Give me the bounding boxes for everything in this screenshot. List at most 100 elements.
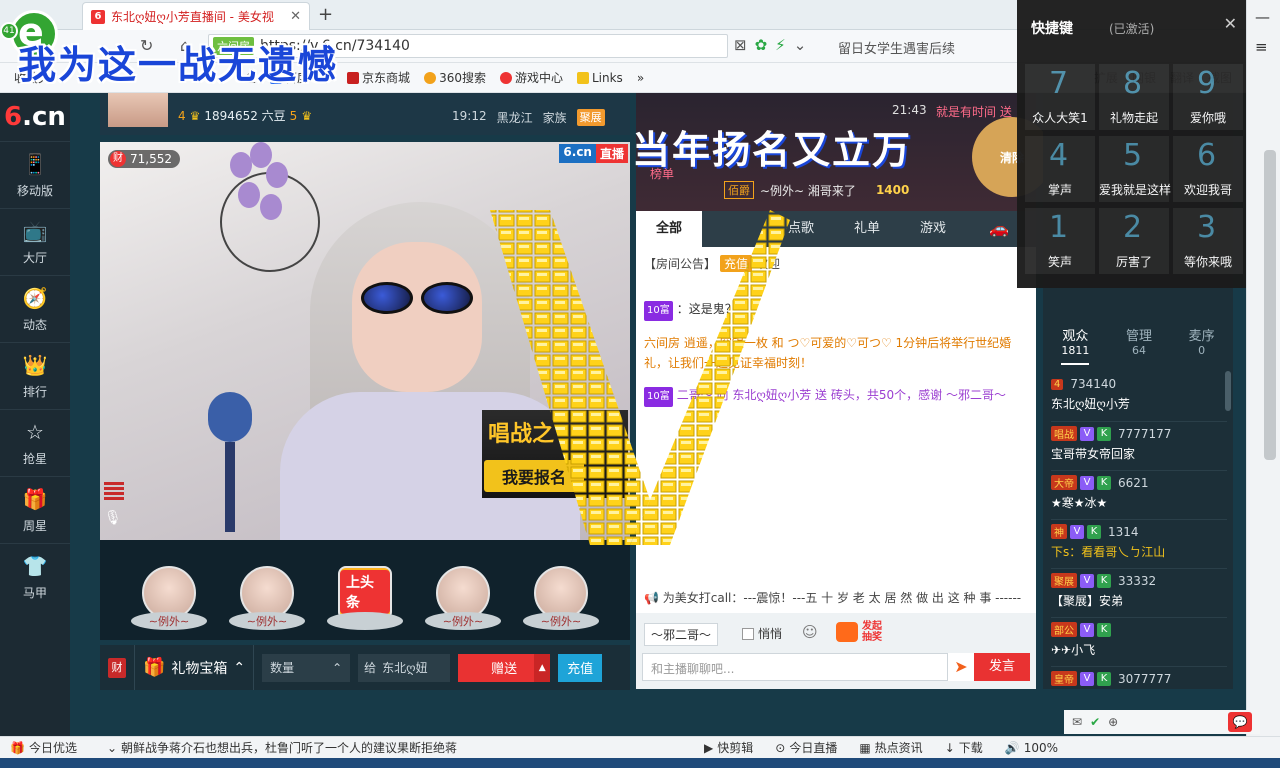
hot-news[interactable]: ▦ 热点资讯 xyxy=(859,739,922,756)
audience-list: 4 734140 东北ღ妞ღ小芳 唱战 V K 7777177 宝哥带女帝回家 大帝 V K… xyxy=(1051,373,1227,716)
recharge-button[interactable]: 充值 xyxy=(558,653,603,682)
lightning-icon[interactable]: ⚡ xyxy=(775,36,786,54)
audience-item[interactable]: 部公 V K ✈✈小飞 xyxy=(1051,618,1227,667)
sidebar-item-weekly[interactable]: 🎁 周星 xyxy=(0,476,70,543)
downloads[interactable]: ↓ 下载 xyxy=(945,739,983,756)
fan-slot[interactable]: ∼例外∼ xyxy=(522,550,600,630)
host-avatar[interactable] xyxy=(108,93,168,127)
shortcut-cell[interactable]: 5 爱我就是这样 xyxy=(1099,136,1171,202)
sidebar-item-feed[interactable]: 🧭 动态 xyxy=(0,275,70,342)
sidebar-item-mobile[interactable]: 📱 移动版 xyxy=(0,141,70,208)
emoji-icon[interactable]: ☺ xyxy=(802,623,818,641)
send-options-caret-icon[interactable]: ▲ xyxy=(534,653,551,682)
green-refresh-icon[interactable]: ✿ xyxy=(755,36,768,54)
zoom-icon[interactable]: ⊕ xyxy=(1108,715,1118,729)
statusbar-right: ▶ 快剪辑 ⊙ 今日直播 ▦ 热点资讯 ↓ 下载 🔊 100% xyxy=(704,739,1058,756)
sidebar-item-star[interactable]: ☆ 抢星 xyxy=(0,409,70,476)
fan-slot[interactable]: ∼例外∼ xyxy=(424,550,502,630)
quantity-input[interactable]: 数量 ⌃ xyxy=(262,653,351,682)
audience-item[interactable]: 唱战 V K 7777177 宝哥带女帝回家 xyxy=(1051,422,1227,471)
speak-button[interactable]: 发言 xyxy=(974,653,1030,681)
notification-badge: 41 xyxy=(0,22,18,40)
cai-icon[interactable]: 财 xyxy=(108,657,126,678)
bookmark-item[interactable]: 游戏中心 xyxy=(499,69,563,86)
sidebar-item-hall[interactable]: 📺 大厅 xyxy=(0,208,70,275)
mic-icon[interactable]: 🎙 xyxy=(104,510,124,534)
dropdown-chevron-icon[interactable]: ⌄ xyxy=(794,36,807,54)
fan-slot[interactable]: ∼例外∼ xyxy=(130,550,208,630)
sidebar-item-vest[interactable]: 👕 马甲 xyxy=(0,543,70,610)
shortcut-cell[interactable]: 1 笑声 xyxy=(1025,208,1095,274)
bookmark-more[interactable]: » xyxy=(637,71,644,85)
audience-scrollbar[interactable] xyxy=(1225,371,1231,411)
new-tab-button[interactable]: + xyxy=(318,4,333,25)
os-taskbar xyxy=(0,758,1280,768)
bookmark-item[interactable]: Links xyxy=(576,71,623,85)
browser-tab-active[interactable]: 6 东北ღ妞ღ小芳直播间 - 美女视 ✕ xyxy=(82,2,310,30)
recipient-select[interactable]: 给 东北ღ妞 xyxy=(358,653,451,682)
audience-item[interactable]: 神 V K 1314 下s：看看哥乀ㄅ江山 xyxy=(1051,520,1227,569)
audience-item[interactable]: 4 734140 东北ღ妞ღ小芳 xyxy=(1051,373,1227,422)
shortcut-cell[interactable]: 4 掌声 xyxy=(1025,136,1095,202)
chat-input[interactable]: 和主播聊聊吧... xyxy=(642,653,948,681)
check-icon[interactable]: ✔ xyxy=(1090,715,1100,729)
beans-count: 1894652 六豆 xyxy=(204,109,286,123)
bookmark-item[interactable]: 京东商城 xyxy=(347,69,410,86)
chat-message: 10富 ：这是鬼？ xyxy=(644,299,1026,321)
browser-statusbar: 🎁 今日优选 ⌄ 朝鲜战争蒋介石也想出兵，杜鲁门听了一个人的建议果断拒绝蒋 ▶ 快… xyxy=(0,736,1280,758)
shortcut-cell[interactable]: 3 等你来哦 xyxy=(1173,208,1243,274)
menu-icon[interactable]: ≡ xyxy=(1255,38,1268,56)
send-gift-button[interactable]: 赠送 ▲ xyxy=(458,653,551,682)
site-logo[interactable]: 6 .cn xyxy=(0,93,70,141)
news-ticker[interactable]: ⌄ 朝鲜战争蒋介石也想出兵，杜鲁门听了一个人的建议果断拒绝蒋 xyxy=(107,739,457,756)
sing-battle-banner[interactable]: 唱战之 我要报名 xyxy=(482,410,628,498)
audience-item[interactable]: 大帝 V K 6621 ★寒★冰★ xyxy=(1051,471,1227,520)
whisper-checkbox[interactable]: 悄悄 xyxy=(742,625,782,642)
live-video[interactable]: 财 71,552 6.cn 直播 唱战之 我要报名 🎙 xyxy=(100,142,630,540)
tab-all[interactable]: 全部 xyxy=(636,211,702,247)
tab-song[interactable]: 点歌 xyxy=(768,211,834,247)
close-icon[interactable]: ✕ xyxy=(1224,14,1237,33)
chat-message: 10富 二哥～ 向 东北ღ妞ღ小芳 送 砖头，共50个，感谢 ～邪二哥～ xyxy=(644,385,1026,407)
minimize-icon[interactable]: — xyxy=(1255,8,1270,26)
call-line[interactable]: 📢 为美女打call：---震惊！---五 十 岁 老 太 居 然 做 出 这 … xyxy=(644,589,1021,606)
fan-slot[interactable]: ∼例外∼ xyxy=(228,550,306,630)
search-input[interactable]: 留日女学生遇害后续 xyxy=(830,34,1010,58)
shortcut-cell[interactable]: 6 欢迎我哥 xyxy=(1173,136,1243,202)
headline-button[interactable]: 上头条 xyxy=(326,550,404,630)
tab-hidden[interactable] xyxy=(702,211,768,247)
tab-mic-queue[interactable]: 麦序 0 xyxy=(1189,325,1215,365)
page-scrollbar[interactable] xyxy=(1264,150,1276,460)
sidebar-item-rank[interactable]: 👑 排行 xyxy=(0,342,70,409)
giftbox-button[interactable]: 🎁 礼物宝箱 ⌃ xyxy=(134,645,255,690)
today-picks[interactable]: 🎁 今日优选 xyxy=(10,739,77,756)
zoom-level[interactable]: 🔊 100% xyxy=(1005,741,1058,755)
shortcut-cell[interactable]: 7 众人大笑1 xyxy=(1025,64,1095,130)
shortcut-cell[interactable]: 2 厉害了 xyxy=(1099,208,1169,274)
volume-bars-icon[interactable] xyxy=(104,482,124,504)
quick-clip[interactable]: ▶ 快剪辑 xyxy=(704,739,753,756)
tab-games[interactable]: 游戏 xyxy=(900,211,966,247)
recipient-chip[interactable]: ～邪二哥～ xyxy=(644,623,719,646)
shortcut-cell[interactable]: 9 爱你哦 xyxy=(1173,64,1243,130)
notice-recharge[interactable]: 充值 xyxy=(720,255,753,272)
gift-icon: 🎁 xyxy=(10,740,25,755)
today-live[interactable]: ⊙ 今日直播 xyxy=(775,739,837,756)
shortcut-grid: 7 众人大笑1 8 礼物走起 9 爱你哦 4 掌声 5 爱我就是这样 6 欢迎我哥 1 笑声 … xyxy=(1025,64,1243,274)
rank-row[interactable]: 佰爵 ∼例外∼ 湘哥来了 1400 xyxy=(724,181,909,199)
signup-button[interactable]: 我要报名 xyxy=(484,460,585,492)
shortcut-cell[interactable]: 8 礼物走起 xyxy=(1099,64,1169,130)
chat-bubble-icon[interactable]: 💬 xyxy=(1228,712,1252,732)
tab-audience[interactable]: 观众 1811 xyxy=(1061,325,1090,365)
tab-close-icon[interactable]: ✕ xyxy=(290,9,301,24)
tab-admins[interactable]: 管理 64 xyxy=(1126,325,1152,365)
lottery-button[interactable]: 发起抽奖 xyxy=(836,621,888,643)
mail-icon[interactable]: ✉ xyxy=(1072,715,1082,729)
audience-item[interactable]: 皇帝 V K 3077777 xyxy=(1051,667,1227,716)
block-icon[interactable]: ⊠ xyxy=(734,36,747,54)
tab-gifts[interactable]: 礼单 xyxy=(834,211,900,247)
bookmark-item[interactable]: 360搜索 xyxy=(424,69,486,86)
send-arrow-icon[interactable]: ➤ xyxy=(948,653,974,681)
shirt-icon: 👕 xyxy=(22,553,48,578)
audience-item[interactable]: 聚展 V K 33332 【聚展】安弟 xyxy=(1051,569,1227,618)
